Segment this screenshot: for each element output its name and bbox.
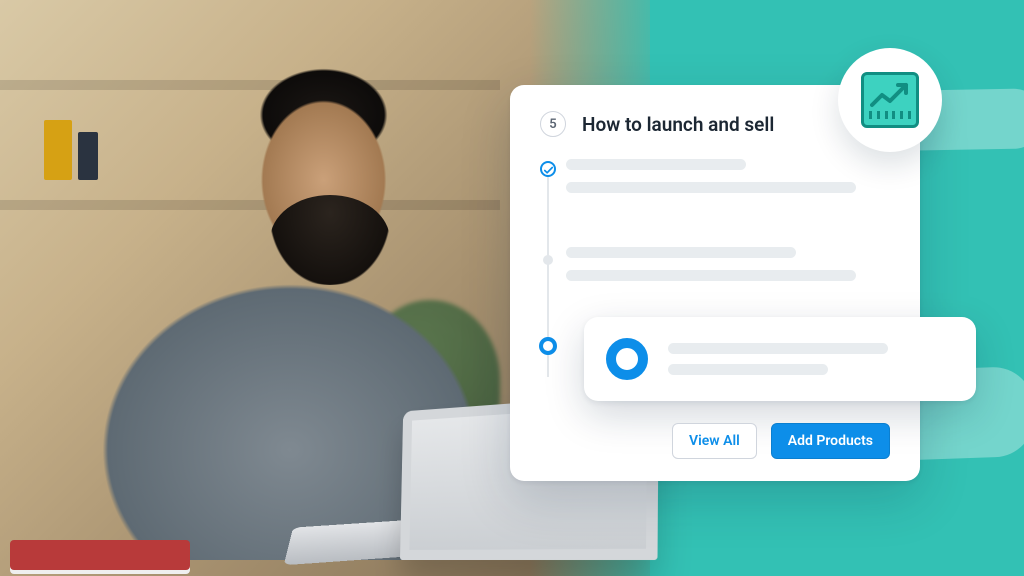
placeholder-line (668, 343, 888, 354)
add-products-button[interactable]: Add Products (771, 423, 890, 459)
axis-ticks (869, 111, 911, 121)
placeholder-line (566, 247, 796, 258)
placeholder-line (566, 159, 746, 170)
card-footer: View All Add Products (672, 423, 890, 459)
person-beard (270, 195, 390, 285)
button-label: View All (689, 433, 740, 449)
current-step-card[interactable] (584, 317, 976, 401)
step-number: 5 (549, 117, 556, 132)
onboarding-card: 5 How to launch and sell (510, 85, 920, 481)
check-icon (544, 160, 553, 179)
button-label: Add Products (788, 433, 873, 449)
current-step-lines (668, 343, 954, 375)
card-header: 5 How to launch and sell (540, 111, 890, 137)
step-node-current (539, 337, 557, 355)
progress-ring-icon (606, 338, 648, 380)
placeholder-line (668, 364, 828, 375)
step-placeholder-group (566, 159, 856, 205)
view-all-button[interactable]: View All (672, 423, 757, 459)
step-placeholder-group (566, 247, 856, 293)
notebook (10, 540, 190, 570)
book (44, 120, 72, 180)
placeholder-line (566, 270, 856, 281)
checklist-timeline (540, 157, 890, 397)
step-number-badge: 5 (540, 111, 566, 137)
card-title: How to launch and sell (582, 113, 774, 136)
step-node-upcoming (543, 255, 553, 265)
analytics-badge (838, 48, 942, 152)
analytics-growth-icon (861, 72, 919, 128)
step-node-completed (540, 161, 556, 177)
marketing-hero: 5 How to launch and sell (0, 0, 1024, 576)
placeholder-line (566, 182, 856, 193)
